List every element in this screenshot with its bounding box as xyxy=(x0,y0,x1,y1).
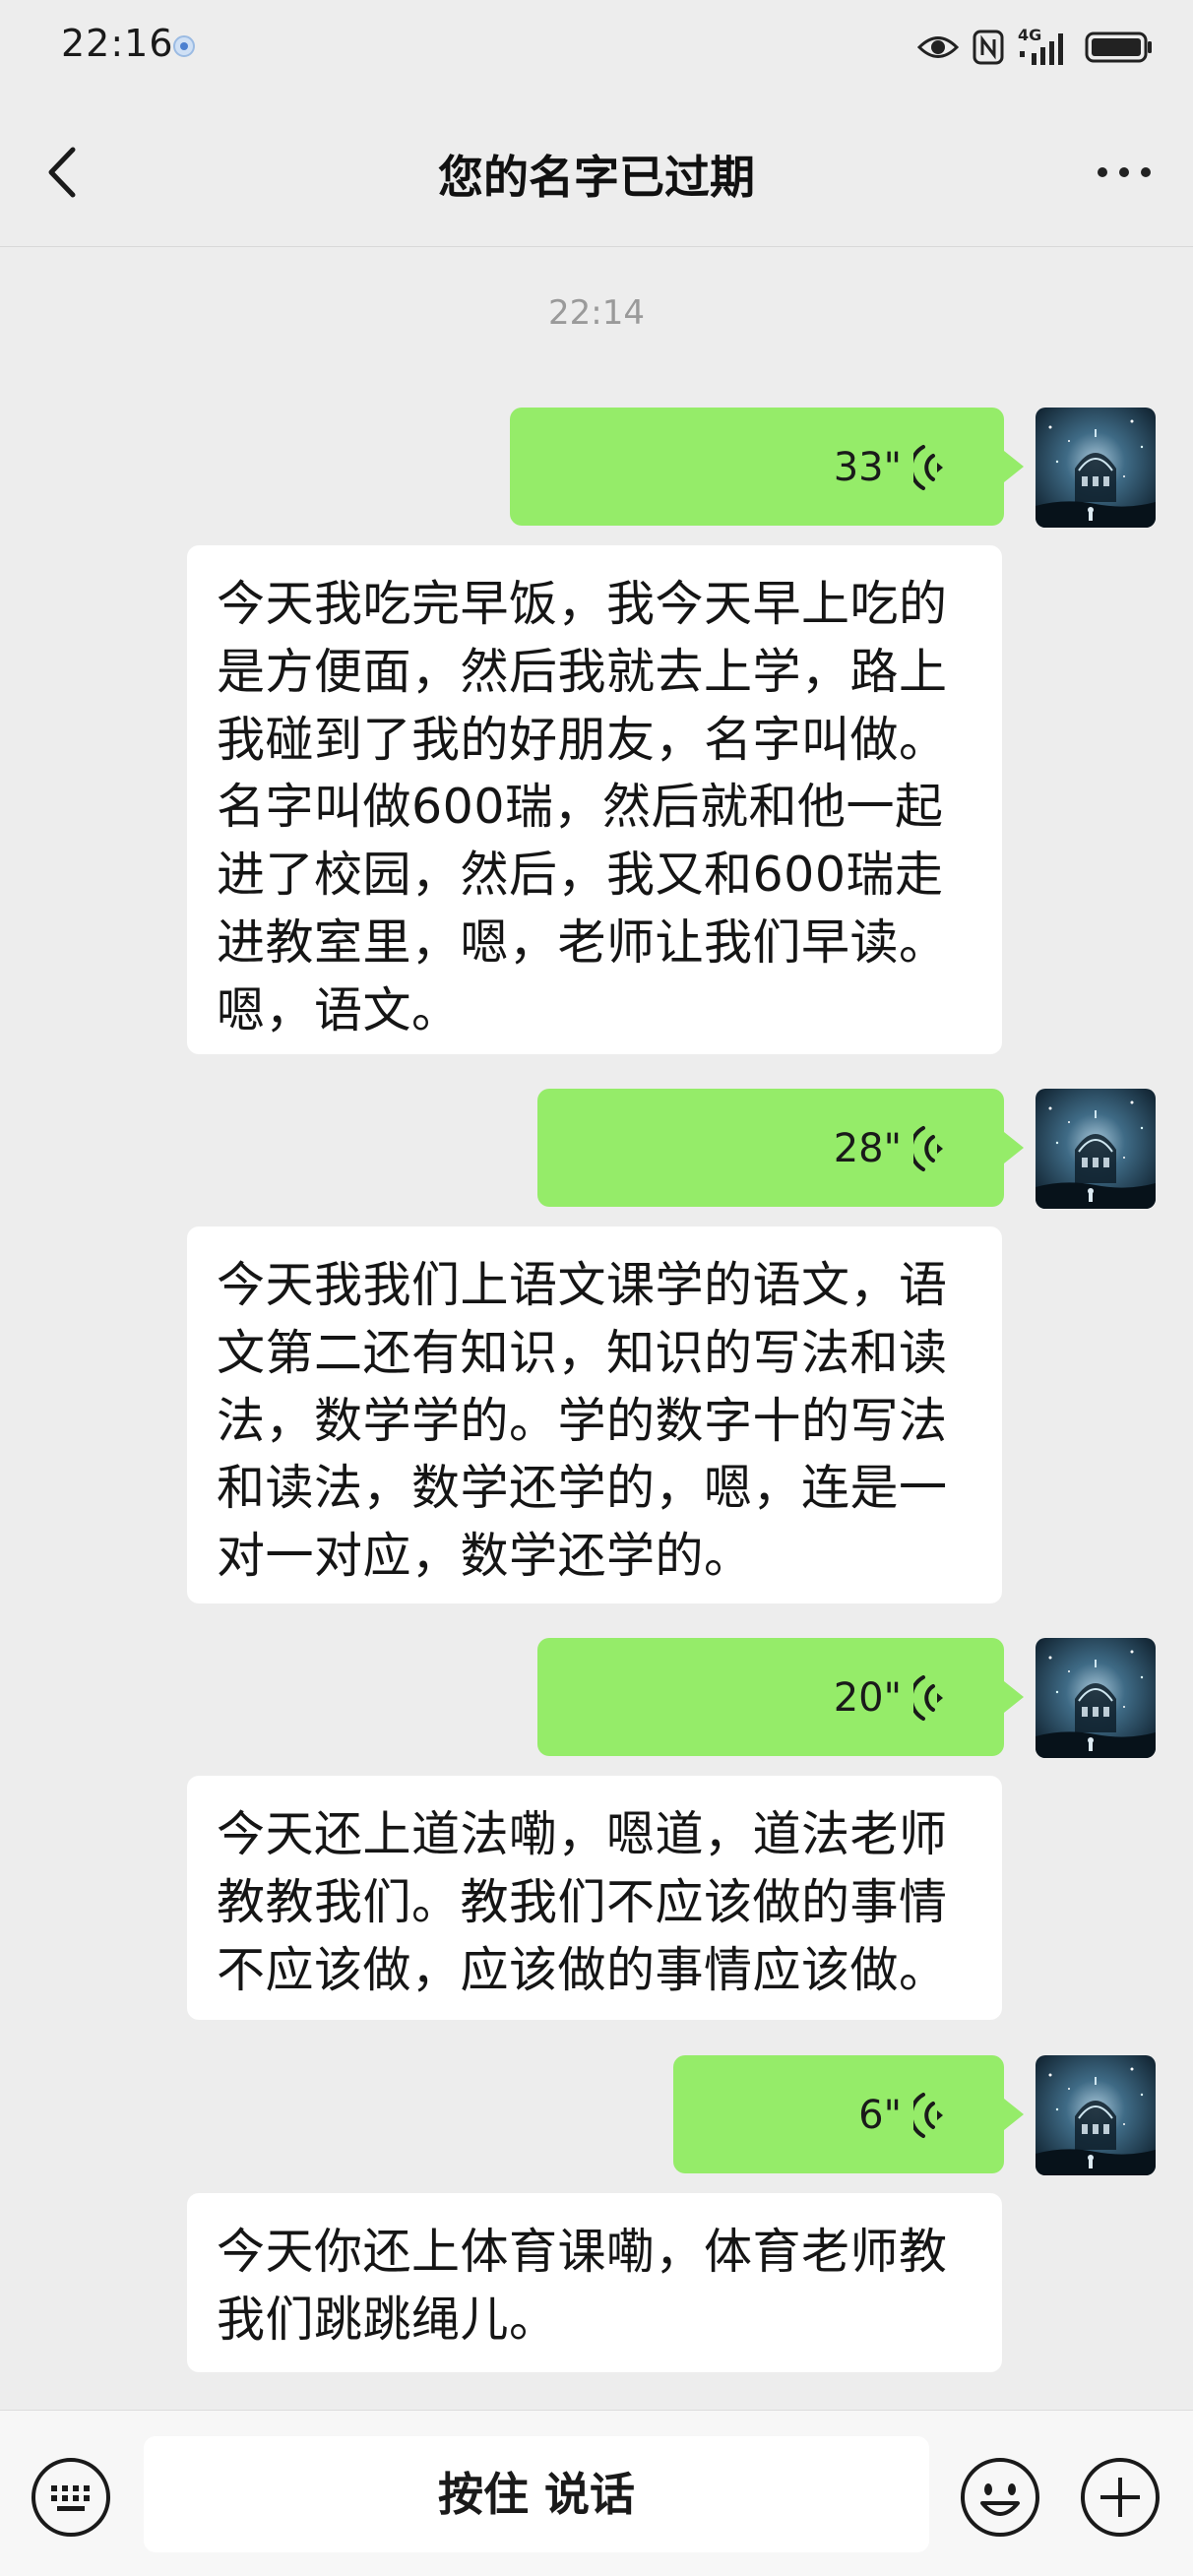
voice-duration: 20" xyxy=(833,1675,902,1721)
voice-message[interactable]: 20" xyxy=(537,1638,1024,1756)
transcript-line: 教教我们。教我们不应该做的事情 xyxy=(217,1873,948,1930)
transcript-line: 今天我吃完早饭，我今天早上吃的 xyxy=(217,576,948,632)
voice-wave-icon xyxy=(913,1673,955,1723)
nfc-icon xyxy=(973,30,1004,65)
transcript-line: 文第二还有知识，知识的写法和读 xyxy=(217,1324,948,1381)
hold-to-talk-button[interactable]: 按住 说话 xyxy=(144,2436,929,2552)
signal-icon: 4G xyxy=(1018,26,1071,67)
location-dot-icon xyxy=(173,35,195,57)
transcript-line: 进教室里，嗯，老师让我们早读。 xyxy=(217,913,948,971)
transcript-line: 我们跳跳绳儿。 xyxy=(217,2291,558,2348)
more-dots-icon xyxy=(1098,167,1107,177)
chat-header: 您的名字已过期 xyxy=(0,98,1193,247)
transcript-line: 今天你还上体育课嘞，体育老师教 xyxy=(217,2224,948,2280)
transcript-line: 今天我我们上语文课学的语文，语 xyxy=(217,1257,948,1313)
voice-wave-icon xyxy=(913,2091,955,2140)
voice-wave-icon xyxy=(913,443,955,492)
status-time: 22:16 xyxy=(61,22,174,65)
voice-duration: 33" xyxy=(833,445,902,490)
transcript-line: 和读法，数学还学的，嗯，连是一 xyxy=(217,1460,948,1517)
status-icons: 4G xyxy=(917,26,1154,69)
transcript-line: 今天还上道法嘞，嗯道，道法老师 xyxy=(217,1806,948,1862)
transcript-line: 嗯，语文。 xyxy=(217,981,461,1038)
keyboard-toggle-button[interactable] xyxy=(30,2456,112,2539)
battery-icon xyxy=(1085,31,1152,63)
status-bar: 22:16 4G xyxy=(0,0,1193,98)
avatar[interactable] xyxy=(1036,2055,1156,2175)
voice-wave-icon xyxy=(913,1124,955,1173)
voice-message[interactable]: 6" xyxy=(673,2055,1024,2173)
avatar[interactable] xyxy=(1036,408,1156,528)
voice-transcript[interactable]: 今天我吃完早饭，我今天早上吃的 是方便面，然后我就去上学，路上 我碰到了我的好朋… xyxy=(187,545,1002,1054)
transcript-line: 进了校园，然后，我又和600瑞走 xyxy=(217,847,944,904)
transcript-line: 我碰到了我的好朋友，名字叫做。 xyxy=(217,711,948,768)
voice-message[interactable]: 28" xyxy=(537,1089,1024,1207)
voice-transcript[interactable]: 今天你还上体育课嘞，体育老师教 我们跳跳绳儿。 xyxy=(187,2193,1002,2372)
page-title: 您的名字已过期 xyxy=(438,151,755,204)
voice-transcript[interactable]: 今天还上道法嘞，嗯道，道法老师 教教我们。教我们不应该做的事情 不应该做，应该做… xyxy=(187,1776,1002,2020)
avatar[interactable] xyxy=(1036,1089,1156,1209)
emoji-icon xyxy=(961,2458,1039,2537)
chat-timestamp: 22:14 xyxy=(548,293,645,333)
more-button[interactable] xyxy=(1085,138,1163,207)
plus-icon xyxy=(1081,2458,1160,2537)
more-functions-button[interactable] xyxy=(1079,2456,1162,2539)
transcript-line: 法，数学学的。学的数字十的写法 xyxy=(217,1392,948,1449)
transcript-line: 是方便面，然后我就去上学，路上 xyxy=(217,643,948,700)
input-bar: 按住 说话 xyxy=(0,2410,1193,2576)
transcript-line: 对一对应，数学还学的。 xyxy=(217,1528,753,1585)
transcript-line: 不应该做，应该做的事情应该做。 xyxy=(217,1941,948,1998)
transcript-line: 名字叫做600瑞，然后就和他一起 xyxy=(217,779,944,836)
avatar[interactable] xyxy=(1036,1638,1156,1758)
voice-duration: 28" xyxy=(833,1126,902,1171)
voice-duration: 6" xyxy=(858,2093,902,2138)
keyboard-icon xyxy=(31,2458,110,2537)
eye-icon xyxy=(917,36,959,58)
voice-transcript[interactable]: 今天我我们上语文课学的语文，语 文第二还有知识，知识的写法和读 法，数学学的。学… xyxy=(187,1226,1002,1603)
emoji-button[interactable] xyxy=(959,2456,1041,2539)
voice-message[interactable]: 33" xyxy=(510,408,1024,526)
